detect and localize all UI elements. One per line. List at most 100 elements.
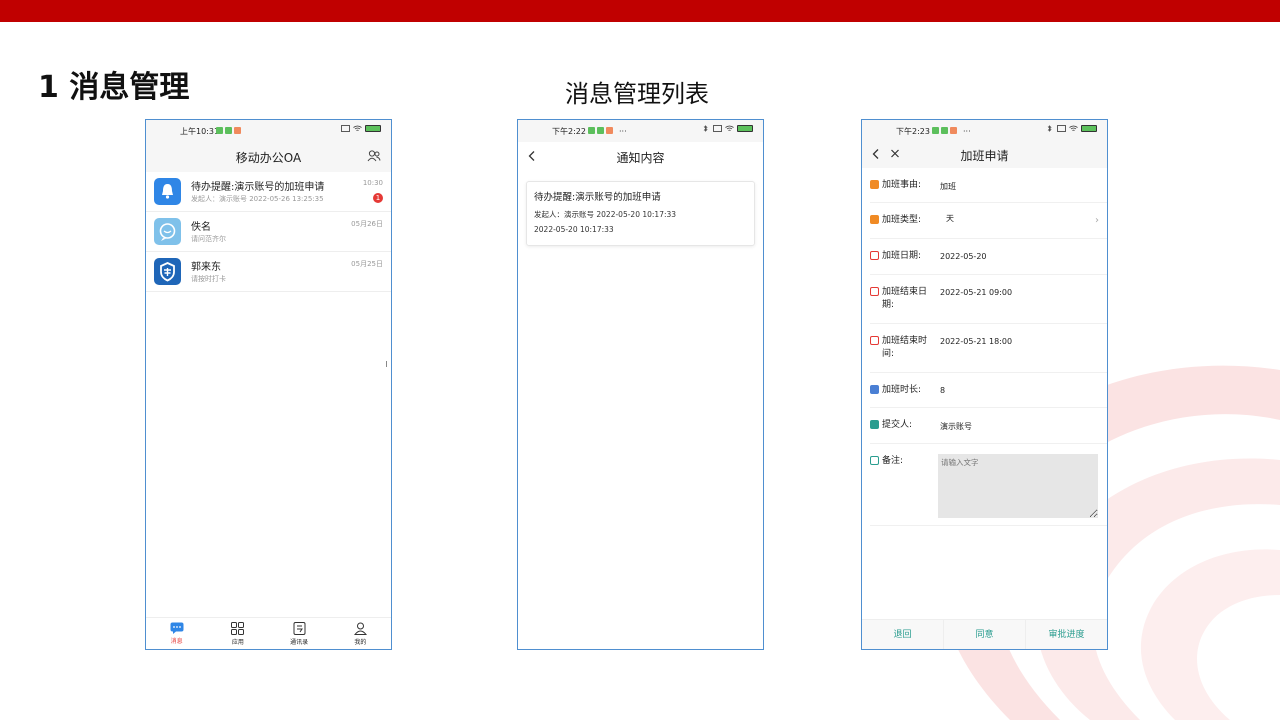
slide-title: 1 消息管理: [38, 70, 190, 105]
form-row-type[interactable]: 加班类型: 天 ›: [870, 203, 1107, 239]
message-time: 05月25日: [351, 260, 383, 268]
app-notif-icon: [234, 127, 241, 134]
type-icon: [870, 215, 879, 224]
field-label: 提交人:: [882, 420, 913, 430]
field-value: 演示账号: [940, 422, 972, 431]
notification-icons: ···: [588, 127, 627, 136]
field-label: 加班类型:: [882, 215, 922, 225]
nav-title: 通知内容: [616, 150, 665, 165]
field-label: 备注:: [882, 456, 904, 466]
app-notif-icon: [597, 127, 604, 134]
message-time: 05月26日: [351, 220, 383, 228]
notice-title: 待办提醒:演示账号的加班申请: [534, 192, 661, 203]
app-notif-icon: [606, 127, 613, 134]
notice-card[interactable]: 待办提醒:演示账号的加班申请 发起人：演示账号 2022-05-20 10:17…: [526, 181, 755, 246]
nav-bar: 加班申请: [862, 142, 1107, 168]
form-row-submitter[interactable]: 提交人: 演示账号: [870, 408, 1107, 444]
notification-icons: [216, 127, 241, 134]
app-notif-icon: [588, 127, 595, 134]
scrollbar[interactable]: [386, 361, 387, 367]
notice-date-line: 2022-05-20 10:17:33: [534, 225, 614, 234]
field-label: 加班时长:: [882, 385, 922, 395]
note-icon: [870, 456, 879, 465]
nav-title: 加班申请: [960, 148, 1009, 163]
status-bar: 上午10:31: [146, 120, 391, 142]
remark-input[interactable]: [938, 454, 1098, 518]
list-item[interactable]: 郭来东 请按时打卡 05月25日: [146, 252, 391, 292]
slide: 1 消息管理 消息管理列表 上午10:31 移动办公OA 待办提醒:演示账号的加…: [0, 0, 1280, 720]
bottom-tab-bar: 消息 应用 通讯录 我的: [146, 617, 391, 649]
form-row-end-time[interactable]: 加班结束时间: 2022-05-21 18:00: [870, 324, 1107, 373]
approval-progress-button[interactable]: 审批进度: [1026, 620, 1107, 649]
sim-icon: [1057, 125, 1066, 132]
tab-label: 消息: [170, 638, 183, 645]
tab-label: 通讯录: [290, 638, 309, 646]
more-notif-icon: ···: [619, 127, 627, 136]
app-notif-icon: [932, 127, 939, 134]
bluetooth-icon: [1047, 125, 1052, 132]
field-value: 加班: [940, 182, 956, 191]
edit-icon: [870, 180, 879, 189]
tab-apps[interactable]: 应用: [207, 618, 268, 649]
status-bar: 下午2:23 ···: [862, 120, 1107, 142]
back-arrow-icon[interactable]: [528, 150, 536, 162]
contacts-icon: [293, 621, 306, 635]
app-notif-icon: [941, 127, 948, 134]
contacts-group-icon[interactable]: [367, 149, 381, 163]
phone-overtime-form: 下午2:23 ··· 加班申请 加班事由: 加班 加班类型: 天 › 加班日期:…: [861, 119, 1108, 650]
bluetooth-icon: [703, 125, 708, 132]
form-row-date[interactable]: 加班日期: 2022-05-20: [870, 239, 1107, 275]
shield-security-icon: [154, 258, 181, 285]
field-value: 2022-05-21 18:00: [940, 337, 1013, 346]
wifi-icon: [353, 125, 362, 131]
field-label: 加班事由:: [882, 180, 922, 190]
field-value: 2022-05-21 09:00: [940, 288, 1013, 297]
reject-button[interactable]: 退回: [862, 620, 944, 649]
grid-icon: [231, 621, 245, 635]
slide-subtitle: 消息管理列表: [565, 80, 709, 108]
bell-icon: [154, 178, 181, 205]
more-notif-icon: ···: [963, 127, 971, 136]
form-row-end-date[interactable]: 加班结束日期: 2022-05-21 09:00: [870, 275, 1107, 324]
person-icon: [870, 420, 879, 429]
notice-sender-line: 发起人：演示账号 2022-05-20 10:17:33: [534, 210, 677, 219]
status-time: 上午10:31: [180, 127, 220, 136]
battery-icon: [1081, 125, 1097, 132]
list-item[interactable]: 佚名 请问范齐尔 05月26日: [146, 212, 391, 252]
system-icons: [701, 125, 753, 132]
unread-badge: 1: [373, 193, 383, 203]
tab-contacts[interactable]: 通讯录: [269, 618, 330, 649]
wifi-icon: [1069, 125, 1078, 131]
top-red-bar: [0, 0, 1280, 22]
phone-message-list: 上午10:31 移动办公OA 待办提醒:演示账号的加班申请 发起人：演示账号 2…: [145, 119, 392, 650]
status-time: 下午2:22: [552, 127, 586, 136]
app-notif-icon: [950, 127, 957, 134]
field-label: 加班日期:: [882, 251, 922, 261]
form-row-reason[interactable]: 加班事由: 加班: [870, 168, 1107, 203]
list-item[interactable]: 待办提醒:演示账号的加班申请 发起人：演示账号 2022-05-26 13:25…: [146, 172, 391, 212]
field-label: 加班结束时间:: [882, 336, 928, 359]
phone-notice-detail: 下午2:22 ··· 通知内容 待办提醒:演示账号的加班申请 发起人：演示账号: [517, 119, 764, 650]
close-icon[interactable]: [890, 148, 900, 160]
tab-messages[interactable]: 消息: [146, 618, 207, 649]
action-bar: 退回 同意 审批进度: [862, 619, 1107, 649]
field-value: 8: [940, 386, 946, 395]
approve-button[interactable]: 同意: [944, 620, 1026, 649]
field-value: 天: [946, 214, 954, 223]
nav-title: 移动办公OA: [235, 150, 302, 165]
notification-icons: ···: [932, 127, 971, 136]
hash-icon: [870, 385, 879, 394]
field-value: 2022-05-20: [940, 252, 987, 261]
nav-left-controls: [872, 148, 900, 160]
message-subtitle: 请按时打卡: [191, 275, 226, 283]
back-arrow-icon[interactable]: [872, 148, 880, 160]
calendar-icon: [870, 336, 879, 345]
system-icons: [1045, 125, 1097, 132]
nav-left-controls: [528, 150, 536, 162]
calendar-icon: [870, 251, 879, 260]
nav-bar: 移动办公OA: [146, 142, 391, 172]
tab-mine[interactable]: 我的: [330, 618, 391, 649]
user-icon: [353, 622, 367, 635]
form-row-duration[interactable]: 加班时长: 8: [870, 373, 1107, 408]
form-row-remark: 备注:: [870, 444, 1107, 526]
